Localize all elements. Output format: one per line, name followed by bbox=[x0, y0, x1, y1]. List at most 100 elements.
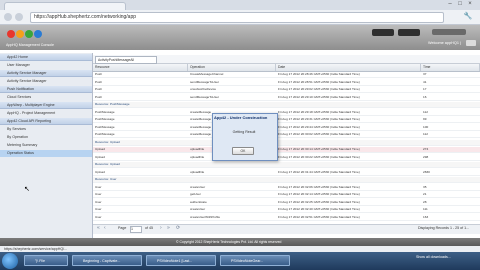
table-cell: 35 bbox=[423, 184, 427, 189]
mouse-cursor-icon: ↖ bbox=[24, 186, 30, 193]
next-page-icon[interactable]: › bbox=[160, 226, 165, 231]
table-row[interactable]: Upload uploadFile Fri Aug 17 2012 20:31:44… bbox=[93, 170, 480, 176]
taskbar-button-3[interactable]: PSVideoNote1 [Last... bbox=[146, 255, 216, 266]
table-row[interactable]: Upload uploadFile Fri Aug 17 2012 20:30:22… bbox=[93, 155, 480, 161]
table-cell: Fri Aug 17 2012 20:30:22 GMT+0530 (India… bbox=[278, 154, 360, 159]
table-cell: Fri Aug 17 2012 20:32:14 GMT+0530 (India… bbox=[278, 192, 360, 196]
dialog-ok-button[interactable]: OK bbox=[232, 147, 254, 155]
sidebar-item[interactable]: Push Notification bbox=[0, 86, 92, 93]
table-cell: 17 bbox=[423, 87, 427, 91]
welcome-text: Welcome appHQ1 | bbox=[428, 41, 461, 45]
table-row[interactable]: PushMessage createMessage Fri Aug 17 2012 … bbox=[93, 110, 480, 116]
start-button[interactable] bbox=[2, 253, 18, 269]
logout-button[interactable] bbox=[466, 40, 476, 46]
table-cell: Resource: PushMessage bbox=[95, 102, 130, 106]
table-cell: Push bbox=[95, 87, 103, 91]
group-header-row[interactable]: Resource: PushMessage bbox=[93, 102, 480, 108]
table-cell: authenticate bbox=[190, 199, 207, 204]
sidebar-item[interactable]: Activity Service Manager bbox=[0, 70, 92, 77]
minimize-button[interactable]: – bbox=[446, 1, 454, 7]
table-cell: 16 bbox=[423, 94, 427, 99]
table-cell: Fri Aug 17 2012 20:28:46 GMT+0530 (India… bbox=[278, 72, 360, 76]
table-cell: getUser bbox=[190, 192, 201, 196]
taskbar-button-1[interactable]: "|\ File bbox=[24, 255, 68, 266]
table-row[interactable]: User getUser Fri Aug 17 2012 20:32:14 GMT+… bbox=[93, 192, 480, 198]
table-row[interactable]: Push CreateMessageChannel Fri Aug 17 2012 … bbox=[93, 72, 480, 78]
forward-icon[interactable] bbox=[15, 13, 23, 21]
table-cell: Fri Aug 17 2012 20:32:25 GMT+0530 (India… bbox=[278, 199, 360, 204]
column-header-operation[interactable]: Operation bbox=[188, 64, 276, 71]
table-cell: Resource: Upload bbox=[95, 162, 120, 166]
column-header-time[interactable]: Time bbox=[421, 64, 480, 71]
sidebar-item[interactable]: AppHQ - Project Management bbox=[0, 110, 92, 117]
refresh-icon[interactable]: ⟳ bbox=[176, 226, 181, 231]
table-cell: 99 bbox=[423, 117, 427, 121]
group-header-row[interactable]: Resource: User bbox=[93, 177, 480, 183]
taskbar-button-2[interactable]: Beginning - Captivate... bbox=[72, 255, 142, 266]
table-cell: Fri Aug 17 2012 20:31:44 GMT+0530 (India… bbox=[278, 169, 360, 174]
sidebar-item[interactable]: Cloud Services bbox=[0, 94, 92, 101]
back-icon[interactable] bbox=[4, 13, 12, 21]
table-row[interactable]: PushMessage createMessage Fri Aug 17 2012 … bbox=[93, 132, 480, 138]
copyright-text: © Copyright 2012 ShepHertz Technologies … bbox=[176, 240, 282, 244]
group-header-row[interactable]: Resource: Upload bbox=[93, 162, 480, 168]
taskbar-button-4[interactable]: PSVideoNoteGear... bbox=[220, 255, 290, 266]
table-cell: User bbox=[95, 184, 102, 189]
table-cell: Upload bbox=[95, 169, 105, 174]
sidebar-item[interactable]: By Operation bbox=[0, 134, 92, 141]
header-link-group[interactable] bbox=[432, 29, 466, 35]
table-row[interactable]: Upload uploadFile Fri Aug 17 2012 20:30:14… bbox=[93, 147, 480, 153]
sidebar-item[interactable]: Operation Status bbox=[0, 150, 92, 157]
table-cell: sendMessageToUser bbox=[190, 94, 220, 99]
table-cell: Fri Aug 17 2012 20:29:02 GMT+0530 (India… bbox=[278, 87, 360, 91]
table-row[interactable]: Push sendMessageToUser Fri Aug 17 2012 20:… bbox=[93, 95, 480, 101]
table-cell: Fri Aug 17 2012 20:30:14 GMT+0530 (India… bbox=[278, 147, 360, 151]
page-of-label: of 45 bbox=[145, 226, 153, 230]
sidebar-item[interactable]: By Services bbox=[0, 126, 92, 133]
table-row[interactable]: PushMessage createMessage Fri Aug 17 2012 … bbox=[93, 117, 480, 123]
table-cell: Fri Aug 17 2012 20:32:06 GMT+0530 (India… bbox=[278, 184, 360, 189]
table-cell: Upload bbox=[95, 147, 105, 151]
sidebar-item[interactable]: App42 Cloud API Reporting bbox=[0, 118, 92, 125]
table-cell: 298 bbox=[423, 154, 429, 159]
table-cell: PushMessage bbox=[95, 117, 115, 121]
sidebar-item[interactable]: App42 Home bbox=[0, 54, 92, 61]
table-row[interactable]: User authenticate Fri Aug 17 2012 20:32:25… bbox=[93, 200, 480, 206]
logo-dot-red bbox=[7, 30, 15, 38]
url-text: https://appHub.shephertz.com/networking/… bbox=[34, 14, 137, 20]
prev-page-icon[interactable]: ‹ bbox=[104, 226, 109, 231]
sidebar-item[interactable]: Metering Summary bbox=[0, 142, 92, 149]
maximize-button[interactable]: □ bbox=[456, 1, 464, 7]
wrench-icon[interactable]: 🔧 bbox=[463, 12, 473, 21]
table-cell: 111 bbox=[423, 207, 428, 211]
logo-dot-blue bbox=[34, 30, 42, 38]
close-window-button[interactable]: × bbox=[466, 1, 474, 7]
filter-input[interactable]: ActivityPushMessageAll bbox=[95, 56, 157, 64]
dialog-title: App42 - Under Construction bbox=[214, 115, 268, 120]
table-row[interactable]: User createUser Fri Aug 17 2012 20:32:40 G… bbox=[93, 207, 480, 213]
table-row[interactable]: User createUser Fri Aug 17 2012 20:32:06 G… bbox=[93, 185, 480, 191]
table-cell: Fri Aug 17 2012 20:28:51 GMT+0530 (India… bbox=[278, 79, 360, 84]
table-row[interactable]: User createUserWithProfile Fri Aug 17 2012… bbox=[93, 215, 480, 221]
table-cell: unsubscribeDevice bbox=[190, 87, 217, 91]
first-page-icon[interactable]: « bbox=[97, 226, 102, 231]
table-cell: Fri Aug 17 2012 20:29:31 GMT+0530 (India… bbox=[278, 117, 360, 121]
group-header-row[interactable]: Resource: Upload bbox=[93, 139, 480, 146]
page-number-input[interactable]: 1 bbox=[130, 226, 142, 233]
table-cell: Fri Aug 17 2012 20:32:51 GMT+0530 (India… bbox=[278, 214, 360, 219]
page-label: Page bbox=[118, 226, 127, 230]
last-page-icon[interactable]: » bbox=[167, 226, 172, 231]
table-row[interactable]: PushMessage createMessage Fri Aug 17 2012 … bbox=[93, 125, 480, 131]
column-header-resource[interactable]: Resource bbox=[93, 64, 188, 71]
table-row[interactable]: Push unsubscribeDevice Fri Aug 17 2012 20:… bbox=[93, 87, 480, 93]
table-row[interactable]: Push sendMessageToUser Fri Aug 17 2012 20:… bbox=[93, 80, 480, 86]
shephertz-logo bbox=[7, 30, 42, 38]
table-cell: Fri Aug 17 2012 20:32:40 GMT+0530 (India… bbox=[278, 207, 360, 211]
sidebar-item[interactable]: AppWarp - Multiplayer Engine bbox=[0, 102, 92, 109]
column-header-date[interactable]: Date bbox=[276, 64, 421, 71]
logo-dot-green bbox=[25, 30, 33, 38]
table-cell: 21 bbox=[423, 192, 427, 196]
sidebar-item[interactable]: Activity Service Manager bbox=[0, 78, 92, 85]
sidebar-item[interactable]: User Manager bbox=[0, 62, 92, 69]
tray-text[interactable]: Show all downloads... bbox=[416, 255, 451, 259]
